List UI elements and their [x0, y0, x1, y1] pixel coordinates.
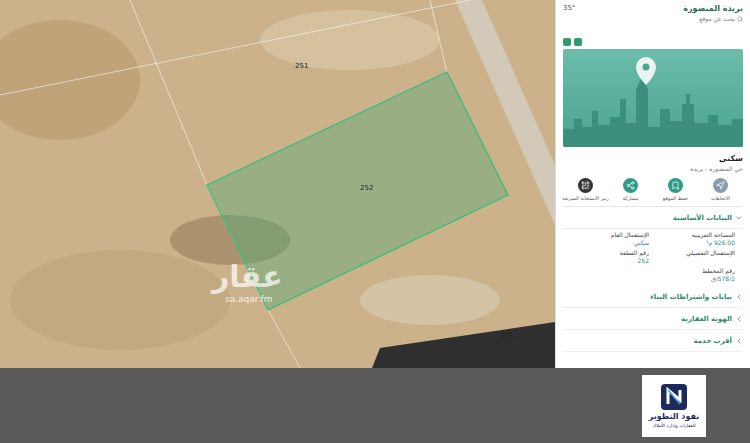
parcel-number: 251 — [295, 62, 308, 70]
watermark-logo: عقار — [210, 259, 283, 294]
info-panel: بريدة المنصورة بحث عن موقع 35° سكني حي المنص… — [555, 0, 750, 368]
land-location: حي المنصورة - بريدة — [563, 165, 743, 172]
zoom-in-icon[interactable] — [574, 38, 582, 46]
search-link[interactable]: بحث عن موقع — [683, 15, 743, 22]
action-icon — [581, 181, 590, 190]
temperature: 35° — [563, 4, 575, 12]
section-header[interactable]: الهوية العقارية — [563, 308, 743, 330]
section-header[interactable]: البيانات الأساسية — [563, 207, 743, 229]
action-button[interactable]: مشاركة — [609, 178, 653, 201]
action-icon — [626, 181, 635, 190]
action-button[interactable]: رمز الاستجابة السريعة — [564, 178, 608, 201]
footer-band: نفوذ التطويرللعقارات وإدارة الأملاك — [0, 368, 750, 443]
skyline-icon — [563, 49, 743, 147]
section-header[interactable]: بيانات واشتراطات البناء — [563, 286, 743, 308]
action-icon — [716, 181, 725, 190]
page: 251 252 253 عقارsa.aqar.fm بريدة المنصورة بحث… — [0, 0, 750, 443]
parcel-number: 253 — [500, 332, 513, 340]
data-field: الإستعمال التفصيلي — [649, 249, 735, 264]
data-field: الإستعمال العامسكني — [563, 231, 649, 246]
parcel-number: 252 — [360, 184, 373, 192]
chevron-icon — [735, 293, 743, 301]
city-illustration — [563, 49, 743, 147]
basic-data: المساحة التقريبية926.00 م²الإستعمال العا… — [563, 229, 743, 286]
zoom-controls — [563, 38, 743, 46]
logo-icon — [661, 384, 687, 410]
chevron-icon — [735, 214, 743, 222]
parcel[interactable]: 253 — [268, 195, 555, 368]
land-category: سكني — [563, 154, 743, 163]
panel-title: بريدة المنصورة — [683, 4, 743, 13]
data-field: المساحة التقريبية926.00 م² — [649, 231, 735, 246]
satellite-map[interactable]: 251 252 253 عقارsa.aqar.fm — [0, 0, 555, 368]
chevron-icon — [735, 337, 743, 345]
chevron-icon — [735, 315, 743, 323]
action-bar: الاتجاهاتحفظ الموقعمشاركةرمز الاستجابة ا… — [563, 178, 743, 207]
company-logo: نفوذ التطويرللعقارات وإدارة الأملاك — [642, 375, 706, 437]
zoom-out-icon[interactable] — [563, 38, 571, 46]
action-button[interactable]: الاتجاهات — [699, 178, 743, 201]
data-field: رقم المخطط578/2/ق — [649, 267, 735, 282]
watermark-url: sa.aqar.fm — [225, 294, 272, 304]
panel-header: بريدة المنصورة بحث عن موقع 35° — [563, 4, 743, 30]
parcel[interactable]: 252 — [207, 72, 508, 310]
data-field: رقم القطعة252 — [563, 249, 649, 264]
map[interactable]: 251 252 253 عقارsa.aqar.fm — [0, 0, 555, 368]
action-icon — [671, 181, 680, 190]
section-header[interactable]: أقرب خدمة — [563, 330, 743, 352]
action-button[interactable]: حفظ الموقع — [654, 178, 698, 201]
search-icon — [737, 16, 743, 22]
